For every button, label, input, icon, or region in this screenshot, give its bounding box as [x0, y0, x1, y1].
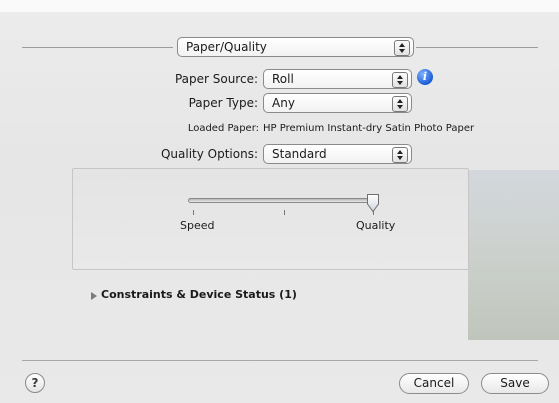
paper-type-value: Any: [272, 96, 295, 110]
constraints-device-status-label[interactable]: Constraints & Device Status (1): [101, 288, 297, 302]
quality-options-popup[interactable]: Standard: [263, 144, 412, 164]
panel-selector-value: Paper/Quality: [186, 40, 267, 54]
dialog-top-edge: [0, 0, 559, 12]
disclosure-triangle-icon[interactable]: [91, 292, 97, 300]
slider-tick-speed: [193, 210, 194, 215]
background-preview-image: [468, 170, 559, 340]
slider-tick-middle: [284, 210, 285, 215]
quality-options-label: Quality Options:: [160, 147, 258, 161]
separator-left: [22, 47, 173, 48]
popup-arrows-icon: [392, 72, 408, 88]
print-dialog: Paper/Quality Paper Source: Roll i Paper…: [0, 0, 559, 403]
speed-quality-slider-track[interactable]: [188, 198, 376, 203]
footer-separator: [22, 360, 538, 361]
paper-type-popup[interactable]: Any: [263, 93, 412, 113]
popup-arrows-icon: [392, 147, 408, 163]
loaded-paper-label: Loaded Paper:: [187, 123, 259, 134]
speed-quality-slider-thumb[interactable]: [366, 193, 380, 213]
paper-source-popup[interactable]: Roll: [263, 69, 412, 89]
panel-selector-popup[interactable]: Paper/Quality: [177, 37, 414, 57]
quality-options-value: Standard: [272, 147, 327, 161]
speed-quality-group: [72, 168, 469, 270]
info-icon[interactable]: i: [417, 69, 433, 85]
popup-arrows-icon: [392, 96, 408, 112]
save-button[interactable]: Save: [481, 373, 549, 394]
cancel-button[interactable]: Cancel: [399, 373, 469, 394]
popup-arrows-icon: [394, 40, 410, 56]
paper-source-value: Roll: [272, 72, 294, 86]
separator-right: [416, 47, 538, 48]
paper-type-label: Paper Type:: [188, 96, 258, 110]
loaded-paper-value: HP Premium Instant-dry Satin Photo Paper: [263, 123, 475, 134]
paper-source-label: Paper Source:: [174, 72, 258, 86]
slider-quality-label: Quality: [356, 219, 396, 232]
slider-speed-label: Speed: [180, 219, 215, 232]
help-icon[interactable]: ?: [25, 373, 45, 393]
